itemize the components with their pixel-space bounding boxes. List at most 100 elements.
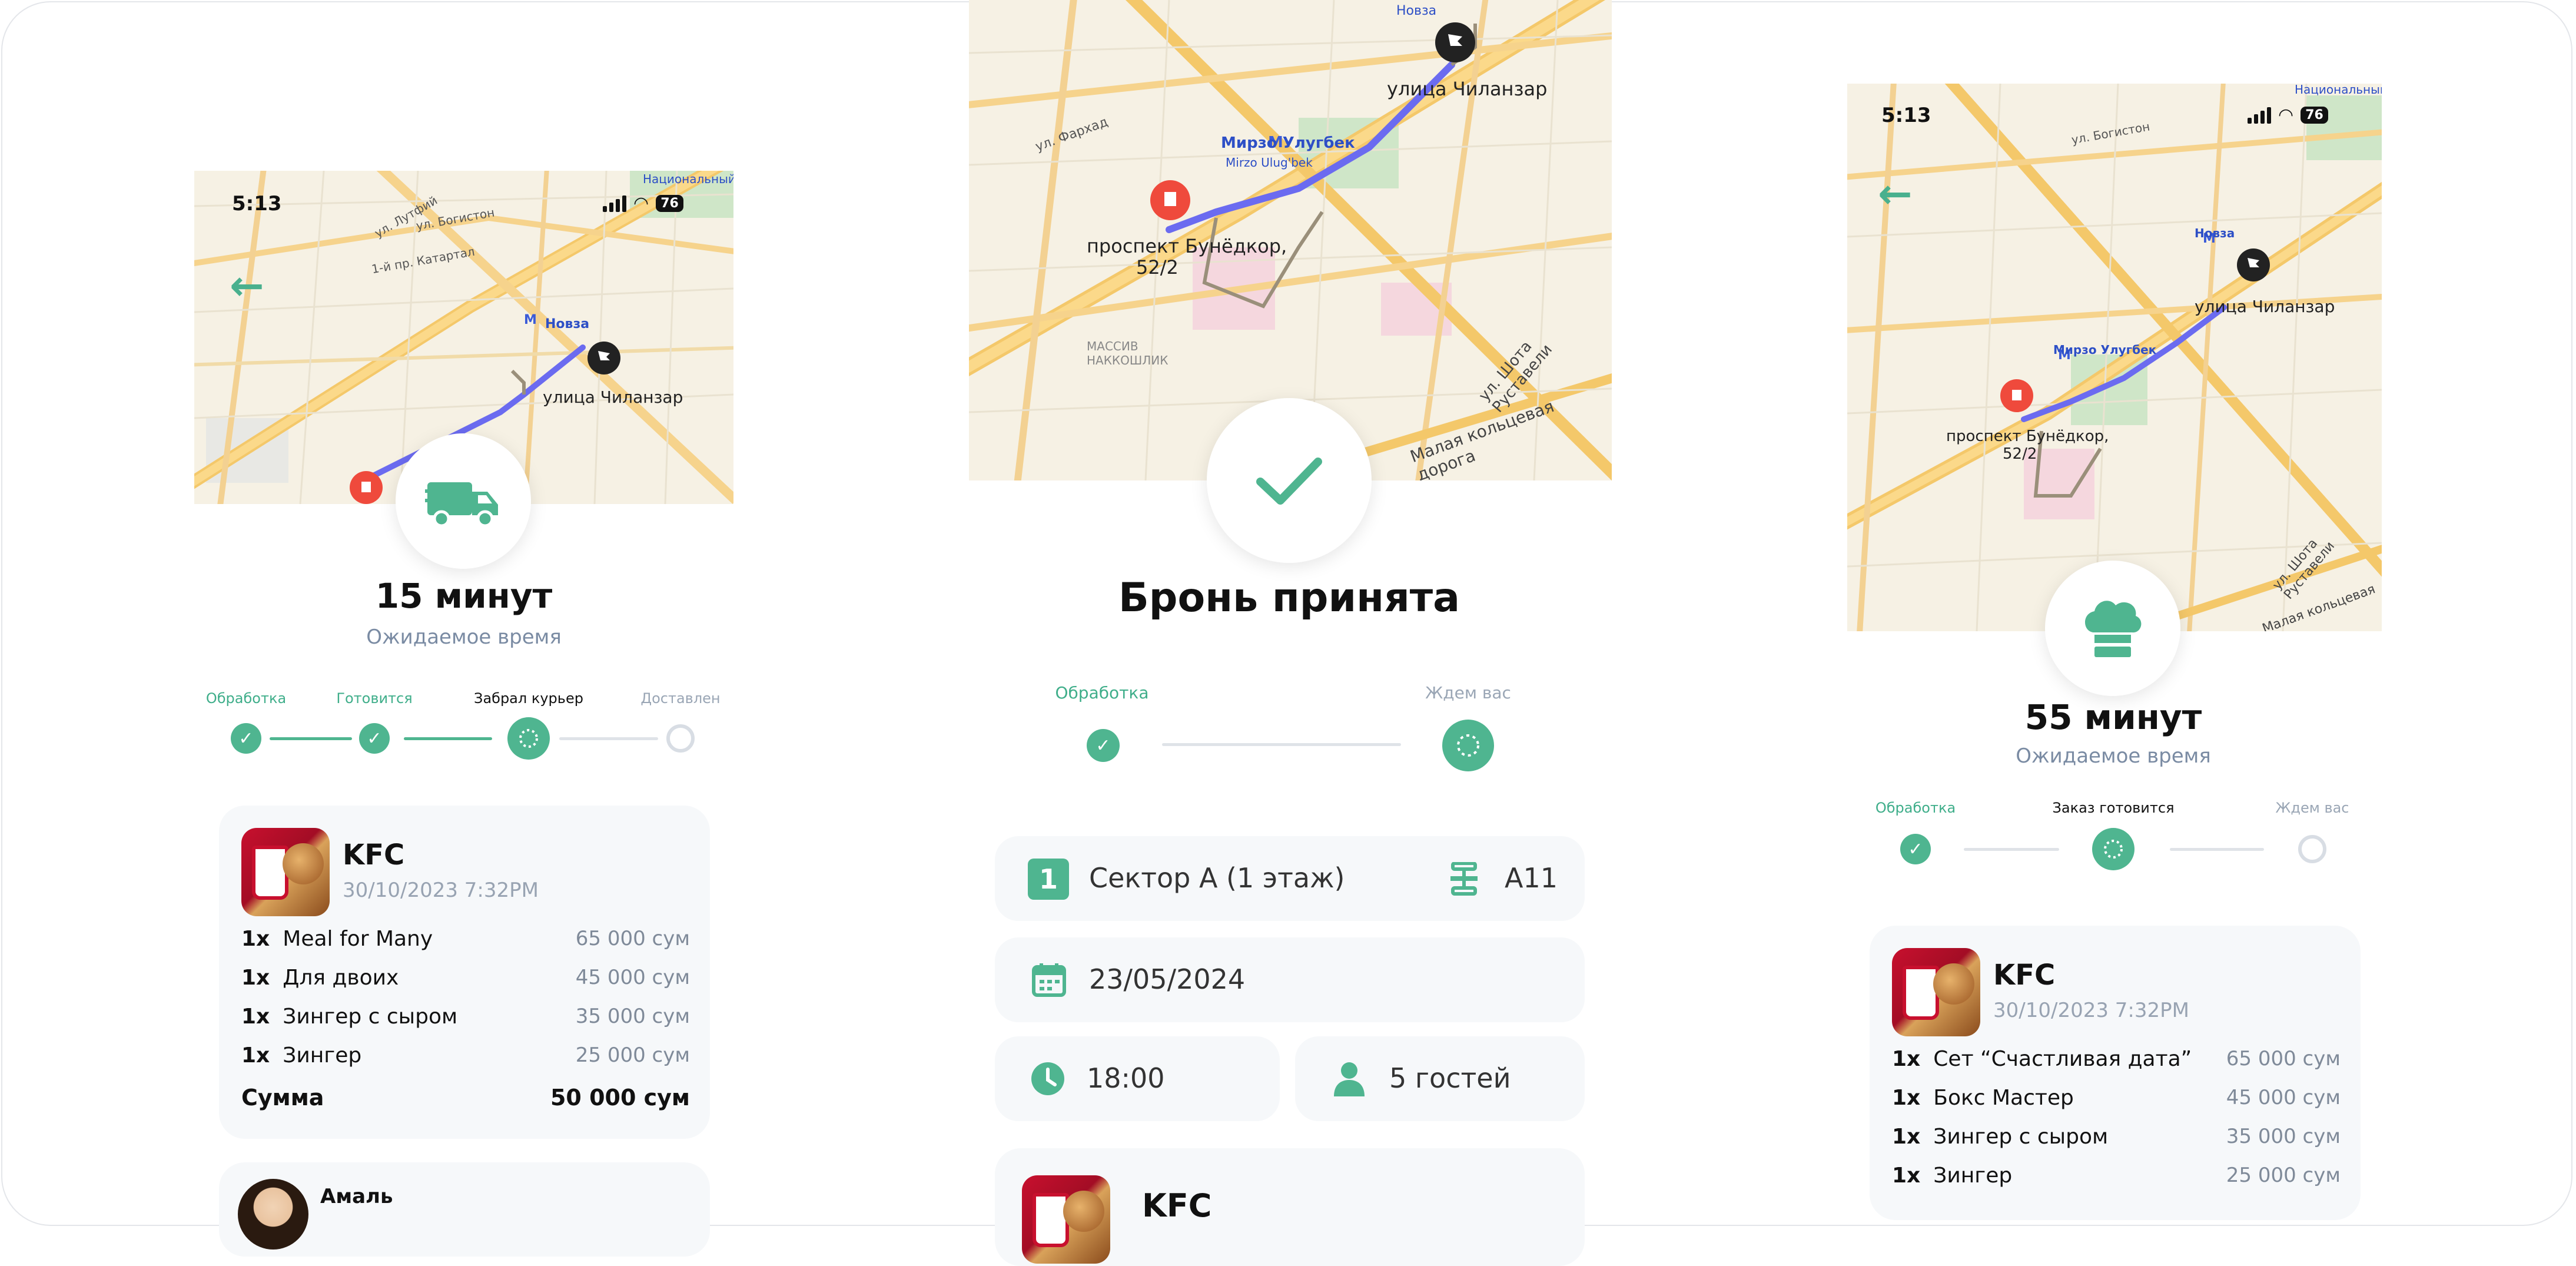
wifi-icon: ◠ xyxy=(633,193,649,214)
wifi-icon: ◠ xyxy=(2278,105,2294,125)
booking-time: 18:00 xyxy=(1087,1062,1165,1094)
order-item: 1x Зингер с сыром 35 000 сум xyxy=(1892,1125,2341,1149)
map-label-address: проспект Бунёдкор, 52/2 xyxy=(1087,236,1287,278)
booking-date: 23/05/2024 xyxy=(1089,963,1246,995)
map-label-novza: Новза xyxy=(2195,226,2235,240)
order-item: 1x Сет “Счастливая дата” 65 000 сум xyxy=(1892,1047,2341,1071)
date-card[interactable]: 23/05/2024 xyxy=(995,937,1585,1022)
step-label-processing: Обработка xyxy=(1055,683,1149,702)
restaurant-thumbnail xyxy=(241,828,330,916)
person-icon xyxy=(1334,1062,1365,1096)
order-card[interactable]: KFC xyxy=(995,1148,1585,1266)
calendar-icon xyxy=(1032,963,1066,997)
map-label-address-line2: 52/2 xyxy=(1136,256,1179,279)
restaurant-name: KFC xyxy=(1993,959,2056,992)
map-label-novza: Новза xyxy=(1396,4,1437,18)
order-date: 30/10/2023 7:32PM xyxy=(343,879,539,902)
back-arrow-icon[interactable]: ← xyxy=(1878,173,1913,214)
step-done-icon: ✓ xyxy=(359,723,390,754)
svg-text:M: M xyxy=(524,313,537,327)
step-loading-icon xyxy=(1442,720,1494,771)
sector-number-badge: 1 xyxy=(1028,859,1069,900)
map-label-address-line1: проспект Бунёдкор, xyxy=(1946,427,2109,445)
step-connector xyxy=(270,737,352,740)
step-done-icon: ✓ xyxy=(1900,834,1931,864)
map-label-address-line2: 52/2 xyxy=(2003,445,2037,463)
sector-label: Сектор А (1 этаж) xyxy=(1089,862,1345,894)
status-time: 5:13 xyxy=(232,192,282,216)
order-total: Сумма 50 000 сум xyxy=(241,1085,690,1111)
map-label-metro: Мирзо Улугбек xyxy=(1221,134,1355,152)
eta-title: 55 минут xyxy=(2024,697,2202,737)
restaurant-name: KFC xyxy=(343,839,405,871)
restaurant-name: KFC xyxy=(1142,1187,1212,1224)
eta-title: 15 минут xyxy=(375,576,553,616)
delivery-badge xyxy=(396,433,531,569)
map-view[interactable]: M M 5:13 ◠ 76 ← улица Чиланзар Мирзо Улу… xyxy=(1847,84,2382,631)
step-done-icon: ✓ xyxy=(231,723,261,754)
step-label-processing: Обработка xyxy=(205,690,287,707)
time-card[interactable]: 18:00 xyxy=(995,1036,1280,1121)
step-label-picked-up: Забрал курьер xyxy=(474,690,583,707)
order-item: 1x Бокс Мастер 45 000 сум xyxy=(1892,1086,2341,1110)
map-label-street: улица Чиланзар xyxy=(2195,297,2335,316)
delivery-truck-icon xyxy=(425,482,498,528)
step-connector xyxy=(404,737,492,740)
map-label-street: улица Чиланзар xyxy=(543,387,683,407)
step-label-waiting: Ждем вас xyxy=(2275,800,2349,816)
order-card[interactable]: KFC 30/10/2023 7:32PM 1x Meal for Many 65… xyxy=(219,806,710,1139)
order-item: 1x Зингер с сыром 35 000 сум xyxy=(241,1005,690,1029)
signal-icon xyxy=(603,195,626,212)
map-label-massiv: МАССИВ НАККОШЛИК xyxy=(1087,339,1169,367)
courier-avatar xyxy=(238,1179,308,1250)
signal-icon xyxy=(2248,107,2271,124)
order-item: 1x Зингер 25 000 сум xyxy=(1892,1164,2341,1188)
order-card[interactable]: KFC 30/10/2023 7:32PM 1x Сет “Счастливая … xyxy=(1870,926,2361,1220)
courier-card[interactable]: Амаль xyxy=(219,1162,710,1257)
status-icons: ◠ 76 xyxy=(2248,105,2328,125)
map-label-address: проспект Бунёдкор, 52/2 xyxy=(1946,427,2109,463)
eta-subtitle: Ожидаемое время xyxy=(2016,744,2211,768)
step-label-delivered: Доставлен xyxy=(640,690,721,707)
step-label-preparing: Готовится xyxy=(336,690,413,707)
order-item: 1x Meal for Many 65 000 сум xyxy=(241,927,690,951)
guests-card[interactable]: 5 гостей xyxy=(1295,1036,1585,1121)
sector-card[interactable]: 1 Сектор А (1 этаж) A11 xyxy=(995,836,1585,921)
restaurant-thumbnail xyxy=(1892,948,1980,1036)
map-label-metro: Мирзо Улугбек xyxy=(2053,343,2157,357)
back-arrow-icon[interactable]: ← xyxy=(230,265,264,306)
map-label-national: Национальный xyxy=(643,172,733,186)
status-icons: ◠ 76 xyxy=(603,193,683,214)
eta-subtitle: Ожидаемое время xyxy=(366,625,562,649)
step-connector xyxy=(559,737,658,740)
check-icon xyxy=(1256,458,1322,505)
map-label-street: улица Чиланзар xyxy=(1387,78,1548,100)
clock-icon xyxy=(1031,1062,1064,1095)
step-connector xyxy=(2170,848,2264,851)
battery-icon: 76 xyxy=(2301,107,2328,124)
guests-count: 5 гостей xyxy=(1389,1062,1511,1094)
cooking-badge xyxy=(2045,561,2180,696)
courier-name: Амаль xyxy=(320,1185,393,1208)
booking-title: Бронь принята xyxy=(1118,575,1460,621)
table-number: A11 xyxy=(1505,862,1558,894)
step-pending-icon xyxy=(2298,835,2326,863)
order-item: 1x Зингер 25 000 сум xyxy=(241,1043,690,1068)
order-date: 30/10/2023 7:32PM xyxy=(1993,999,2189,1022)
step-label-waiting: Ждем вас xyxy=(1425,683,1511,702)
confirmed-badge xyxy=(1207,398,1372,563)
step-connector xyxy=(1964,848,2059,851)
map-label-metro-latin: Mirzo Ulug'bek xyxy=(1226,155,1313,170)
map-label-metro: Новза xyxy=(545,317,590,332)
step-pending-icon xyxy=(666,724,695,753)
table-icon xyxy=(1450,862,1478,896)
battery-icon: 76 xyxy=(656,195,683,212)
step-loading-icon xyxy=(2092,828,2135,870)
step-label-cooking: Заказ готовится xyxy=(2052,800,2175,816)
chef-hat-icon xyxy=(2085,601,2142,657)
step-label-processing: Обработка xyxy=(1875,800,1956,816)
map-label-national: Национальный xyxy=(2295,84,2382,97)
step-loading-icon xyxy=(507,717,550,760)
status-time: 5:13 xyxy=(1881,104,1931,127)
restaurant-thumbnail xyxy=(1022,1175,1110,1264)
